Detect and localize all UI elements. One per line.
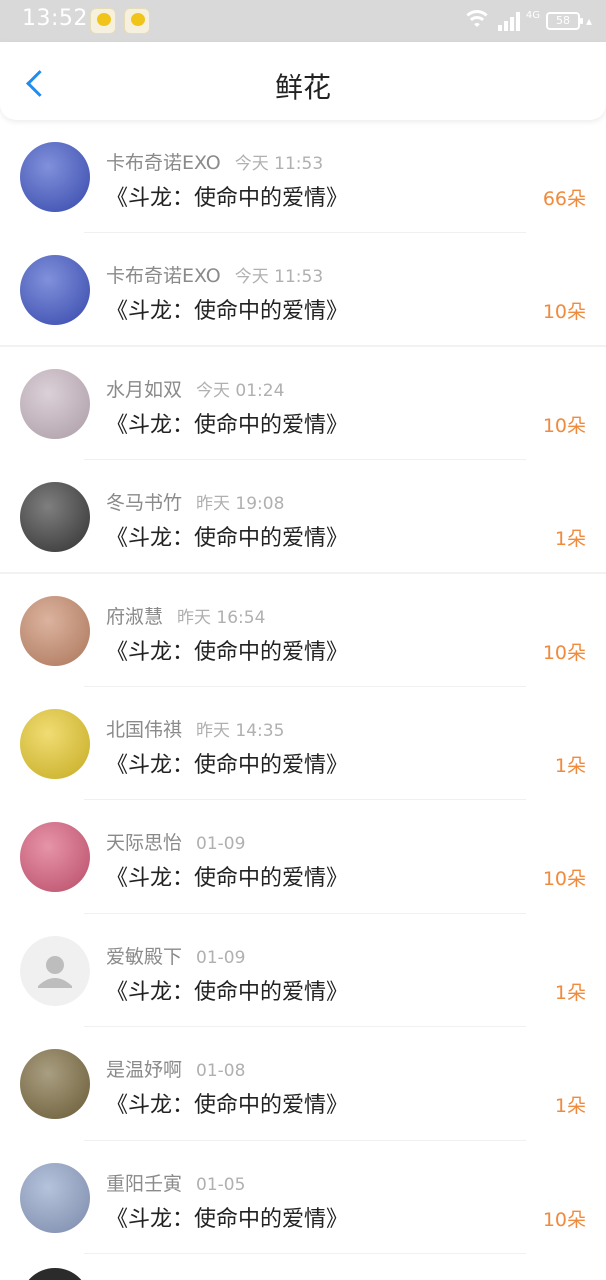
sender-name-text: 天际思怡 — [106, 832, 183, 855]
book-title: 《斗龙：使命中的爱情》 — [106, 1206, 349, 1232]
book-title: 《斗龙：使命中的爱情》 — [106, 979, 349, 1005]
avatar — [20, 1162, 90, 1233]
avatar — [20, 595, 90, 666]
list-item[interactable]: 天际思怡 01-09 《斗龙：使命中的爱情》 10朵 — [0, 800, 606, 915]
list-item[interactable]: 府淑慧 昨天 16:54 《斗龙：使命中的爱情》 10朵 — [0, 574, 606, 688]
sender-name-text: 卡布奇诺EXO — [106, 265, 221, 288]
avatar — [20, 822, 90, 893]
list-item[interactable]: 北国伟祺 昨天 14:35 《斗龙：使命中的爱情》 1朵 — [0, 687, 606, 801]
list-item[interactable]: 冬马书竹 昨天 19:08 《斗龙：使命中的爱情》 1朵 — [0, 460, 606, 574]
book-title: 《斗龙：使命中的爱情》 — [106, 412, 349, 438]
avatar — [20, 708, 90, 779]
flower-count: 10朵 — [542, 1208, 586, 1231]
avatar — [20, 935, 90, 1006]
app-notification-icon — [124, 8, 150, 34]
avatar — [20, 482, 90, 553]
avatar — [20, 255, 90, 326]
list-item[interactable]: 卡布奇诺EXO 今天 11:53 《斗龙：使命中的爱情》 10朵 — [0, 233, 606, 347]
list-item[interactable]: 水月如双 今天 01:24 《斗龙：使命中的爱情》 10朵 — [0, 347, 606, 461]
avatar — [20, 1049, 90, 1120]
header: 鲜花 — [0, 42, 606, 120]
sender-name-text: 是温妤啊 — [106, 1059, 183, 1082]
gift-time: 01-08 — [196, 1061, 246, 1082]
network-type: 4G — [525, 9, 540, 21]
sender-name: 天际思怡 01-09 — [106, 828, 245, 855]
book-title: 《斗龙：使命中的爱情》 — [106, 526, 349, 552]
status-bar: 13:52 4G 58 ▴ — [0, 0, 606, 42]
sender-name: 重阳壬寅 01-05 — [106, 1169, 245, 1196]
gift-time: 今天 11:53 — [234, 267, 324, 288]
gift-time: 今天 01:24 — [196, 380, 285, 401]
app-notification-icon — [90, 8, 116, 34]
book-title: 《斗龙：使命中的爱情》 — [106, 866, 349, 892]
page-title: 鲜花 — [274, 71, 331, 104]
gift-time: 昨天 19:08 — [196, 494, 285, 515]
flower-count: 10朵 — [542, 414, 586, 437]
sender-name: 水月如双 今天 01:24 — [106, 375, 284, 402]
charging-icon: ▴ — [585, 14, 592, 28]
sender-name-text: 北国伟祺 — [106, 718, 183, 741]
gift-time: 今天 11:53 — [234, 154, 324, 174]
gift-time: 昨天 14:35 — [196, 720, 285, 741]
sender-name: 冬马书竹 昨天 19:08 — [106, 488, 284, 515]
sender-name-text: 冬马书竹 — [106, 492, 183, 515]
sender-name: 卡布奇诺EXO 今天 11:53 — [106, 261, 323, 288]
status-indicators: 4G 58 ▴ — [461, 8, 592, 34]
signal-icon — [497, 11, 520, 31]
book-title: 《斗龙：使命中的爱情》 — [106, 299, 349, 325]
book-title: 《斗龙：使命中的爱情》 — [106, 752, 349, 778]
list-item[interactable]: 卡布奇诺EXO 今天 11:53 《斗龙：使命中的爱情》 66朵 — [0, 120, 606, 234]
sender-name-text: 府淑慧 — [106, 605, 164, 628]
sender-name: 北国伟祺 昨天 14:35 — [106, 715, 284, 742]
avatar — [20, 368, 90, 439]
status-time: 13:52 — [22, 6, 88, 31]
sender-name: 是温妤啊 01-08 — [106, 1055, 245, 1082]
battery-icon: 58 — [545, 12, 583, 30]
avatar — [20, 142, 90, 212]
list-item[interactable]: 爱敏殿下 01-09 《斗龙：使命中的爱情》 1朵 — [0, 914, 606, 1028]
gift-time: 昨天 16:54 — [177, 607, 266, 628]
sender-name-text: 重阳壬寅 — [106, 1172, 183, 1195]
flower-count: 1朵 — [554, 528, 586, 551]
sender-name: 卡布奇诺EXO 今天 11:53 — [106, 148, 323, 175]
sender-name: 府淑慧 昨天 16:54 — [106, 602, 265, 629]
flower-count: 10朵 — [542, 641, 586, 664]
flower-count: 10朵 — [542, 868, 586, 891]
sender-name-text: 卡布奇诺EXO — [106, 152, 221, 174]
flower-count: 1朵 — [554, 1095, 586, 1118]
sender-name-text: 爱敏殿下 — [106, 945, 183, 968]
book-title: 《斗龙：使命中的爱情》 — [106, 1093, 349, 1119]
list-item[interactable]: 是温妤啊 01-08 《斗龙：使命中的爱情》 1朵 — [0, 1027, 606, 1141]
flower-count: 10朵 — [542, 301, 586, 324]
sender-name: 爱敏殿下 01-09 — [106, 942, 245, 969]
flower-gift-list: 卡布奇诺EXO 今天 11:53 《斗龙：使命中的爱情》 66朵 卡布奇诺EXO 今天 1… — [0, 120, 606, 1255]
gift-time: 01-09 — [196, 947, 246, 968]
list-item[interactable]: 重阳壬寅 01-05 《斗龙：使命中的爱情》 10朵 — [0, 1141, 606, 1255]
sender-name-text: 水月如双 — [106, 378, 183, 401]
gift-time: 01-05 — [196, 1174, 246, 1195]
book-title: 《斗龙：使命中的爱情》 — [106, 639, 349, 665]
avatar — [20, 1268, 90, 1280]
flower-count: 66朵 — [542, 188, 586, 210]
flower-count: 1朵 — [554, 981, 586, 1004]
book-title: 《斗龙：使命中的爱情》 — [106, 186, 349, 211]
gift-time: 01-09 — [196, 834, 246, 855]
flower-count: 1朵 — [554, 754, 586, 777]
wifi-icon — [461, 10, 492, 32]
